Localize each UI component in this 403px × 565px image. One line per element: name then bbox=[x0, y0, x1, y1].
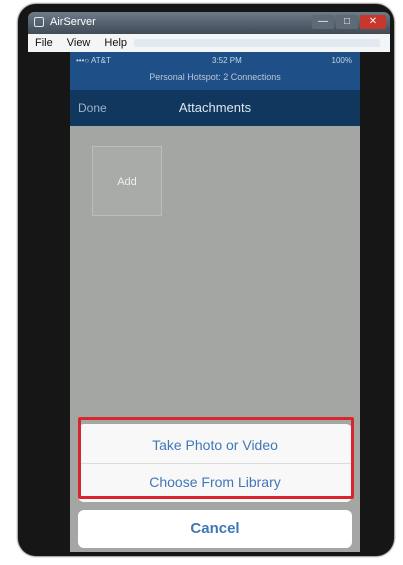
window-titlebar: AirServer — □ ✕ bbox=[28, 12, 390, 34]
action-sheet-options: Take Photo or Video Choose From Library bbox=[78, 424, 352, 502]
maximize-button[interactable]: □ bbox=[336, 15, 358, 29]
minimize-button[interactable]: — bbox=[312, 15, 334, 29]
phone-screen: •••○ AT&T 3:52 PM 100% Personal Hotspot:… bbox=[70, 52, 360, 552]
battery-indicator: 100% bbox=[331, 56, 352, 65]
add-attachment-tile[interactable]: Add bbox=[92, 146, 162, 216]
status-time: 3:52 PM bbox=[212, 56, 242, 65]
menu-file[interactable]: File bbox=[28, 37, 60, 49]
menu-view[interactable]: View bbox=[60, 37, 98, 49]
cancel-button[interactable]: Cancel bbox=[78, 510, 352, 548]
hotspot-banner[interactable]: Personal Hotspot: 2 Connections bbox=[70, 72, 360, 82]
device-frame: AirServer — □ ✕ File View Help •••○ AT&T… bbox=[18, 4, 394, 556]
menu-help[interactable]: Help bbox=[97, 37, 134, 49]
status-bar: •••○ AT&T 3:52 PM 100% Personal Hotspot:… bbox=[70, 52, 360, 90]
window-controls: — □ ✕ bbox=[310, 15, 386, 31]
app-icon bbox=[34, 17, 44, 27]
menu-bar-fill bbox=[134, 39, 380, 47]
menu-bar: File View Help bbox=[28, 34, 390, 52]
choose-from-library-button[interactable]: Choose From Library bbox=[78, 463, 352, 501]
take-photo-video-button[interactable]: Take Photo or Video bbox=[78, 426, 352, 464]
close-button[interactable]: ✕ bbox=[360, 15, 386, 29]
page-title: Attachments bbox=[178, 100, 252, 115]
carrier-label: •••○ AT&T bbox=[76, 56, 111, 65]
navigation-bar: Done Attachments bbox=[70, 90, 360, 126]
window-title: AirServer bbox=[50, 16, 96, 28]
